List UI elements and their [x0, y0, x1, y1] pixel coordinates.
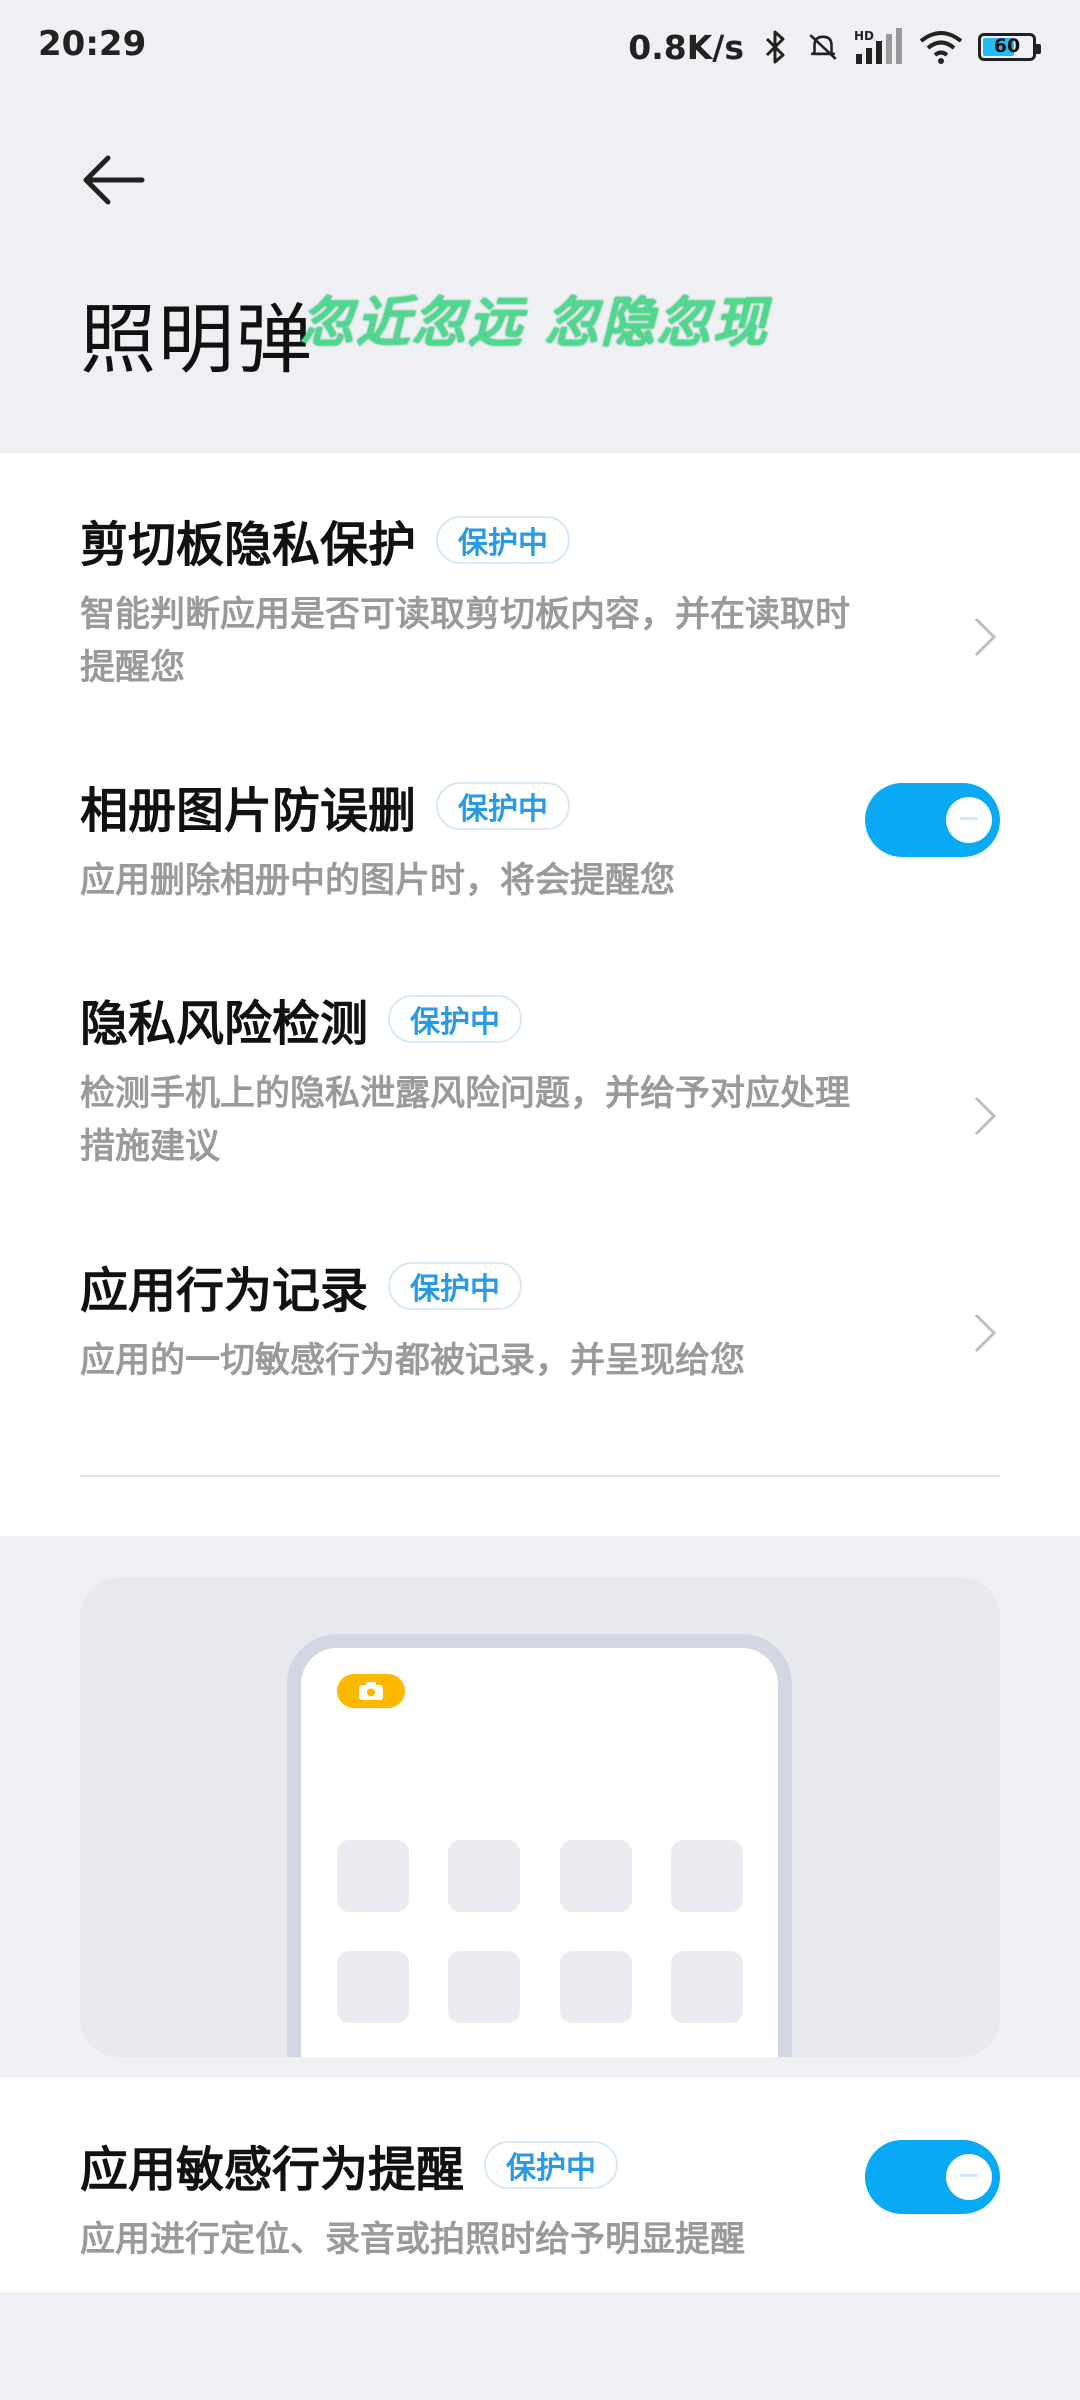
- toggle-knob: [946, 2154, 992, 2200]
- feature-illustration: [80, 1577, 1000, 2057]
- mute-icon: [806, 28, 840, 66]
- status-badge: 保护中: [436, 516, 571, 564]
- battery-icon: 60: [978, 33, 1041, 61]
- chevron-right-icon: [974, 1313, 997, 1353]
- item-title: 剪切板隐私保护: [80, 517, 417, 573]
- page-title: 照明弹: [80, 295, 314, 384]
- privacy-features-list: 剪切板隐私保护 保护中 智能判断应用是否可读取剪切板内容，并在读取时提醒您 相册…: [0, 453, 1080, 1536]
- list-item-clipboard-protection[interactable]: 剪切板隐私保护 保护中 智能判断应用是否可读取剪切板内容，并在读取时提醒您: [80, 505, 1000, 695]
- chevron-right-icon: [974, 1096, 997, 1136]
- status-badge: 保护中: [436, 782, 571, 830]
- list-item-sensitive-behavior-alert: 应用敏感行为提醒 保护中 应用进行定位、录音或拍照时给予明显提醒: [80, 2130, 1000, 2267]
- sensitive-behavior-toggle[interactable]: [865, 2140, 1000, 2214]
- svg-text:HD: HD: [854, 29, 874, 43]
- arrow-left-icon: [83, 155, 145, 205]
- list-item-app-behavior-log[interactable]: 应用行为记录 保护中 应用的一切敏感行为都被记录，并呈现给您: [80, 1251, 1000, 1388]
- toggle-knob: [946, 797, 992, 843]
- app-tile: [337, 1951, 409, 2023]
- danmaku-overlay: 忽近忽远 忽隐忽现: [300, 291, 769, 354]
- app-tile: [337, 1840, 409, 1912]
- status-badge: 保护中: [388, 995, 523, 1043]
- battery-level: 60: [993, 35, 1021, 57]
- item-title: 应用敏感行为提醒: [80, 2142, 465, 2198]
- sensitive-behavior-section: 应用敏感行为提醒 保护中 应用进行定位、录音或拍照时给予明显提醒: [0, 2078, 1080, 2292]
- app-tile: [448, 1951, 520, 2023]
- list-item-privacy-risk-detection[interactable]: 隐私风险检测 保护中 检测手机上的隐私泄露风险问题，并给予对应处理措施建议: [80, 984, 1000, 1174]
- network-speed: 0.8K/s: [628, 27, 744, 67]
- list-item-album-delete-protection: 相册图片防误删 保护中 应用删除相册中的图片时，将会提醒您: [80, 771, 1000, 908]
- item-description: 智能判断应用是否可读取剪切板内容，并在读取时提醒您: [80, 595, 851, 688]
- wifi-icon: [918, 28, 964, 66]
- hd-signal-icon: HD: [854, 28, 904, 66]
- app-tile: [560, 1951, 632, 2023]
- status-time: 20:29: [38, 24, 147, 64]
- back-button[interactable]: [80, 150, 150, 210]
- status-bar: 20:29 0.8K/s HD 60: [0, 0, 1080, 95]
- phone-mockup: [287, 1634, 792, 2057]
- app-tile: [671, 1840, 743, 1912]
- app-tile: [671, 1951, 743, 2023]
- status-icons: 0.8K/s HD 60: [628, 20, 1041, 74]
- item-title: 隐私风险检测: [80, 996, 369, 1052]
- item-description: 检测手机上的隐私泄露风险问题，并给予对应处理措施建议: [80, 1074, 851, 1167]
- bluetooth-icon: [758, 28, 792, 66]
- item-description: 应用的一切敏感行为都被记录，并呈现给您: [80, 1341, 746, 1381]
- album-delete-toggle[interactable]: [865, 783, 1000, 857]
- camera-icon: [337, 1674, 405, 1708]
- item-description: 应用删除相册中的图片时，将会提醒您: [80, 861, 676, 901]
- item-title: 应用行为记录: [80, 1263, 369, 1319]
- status-badge: 保护中: [388, 1262, 523, 1310]
- chevron-right-icon: [974, 617, 997, 657]
- app-tile: [560, 1840, 632, 1912]
- app-tile: [448, 1840, 520, 1912]
- item-description: 应用进行定位、录音或拍照时给予明显提醒: [80, 2220, 746, 2260]
- divider: [80, 1475, 1000, 1477]
- item-title: 相册图片防误删: [80, 783, 417, 839]
- status-badge: 保护中: [484, 2141, 619, 2189]
